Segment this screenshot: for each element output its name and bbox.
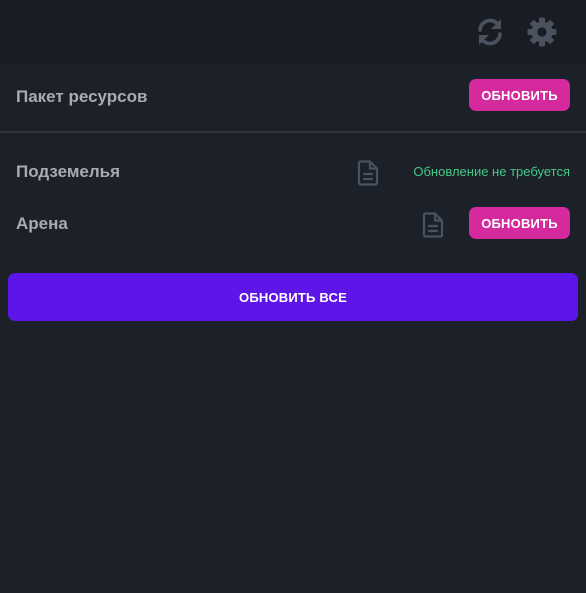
resource-pack-label: Пакет ресурсов [16,87,148,106]
status-text: Обновление не требуется [413,164,570,179]
file-icon[interactable] [357,160,379,186]
update-all-button[interactable]: ОБНОВИТЬ ВСЕ [8,273,578,321]
resource-pack-row: Пакет ресурсов ОБНОВИТЬ [0,65,586,131]
file-icon[interactable] [422,212,444,238]
settings-button[interactable] [524,14,560,50]
update-arena-button[interactable]: ОБНОВИТЬ [469,207,570,239]
update-resource-pack-button[interactable]: ОБНОВИТЬ [469,79,570,111]
app-window: Пакет ресурсов ОБНОВИТЬ Подземелья Обнов… [0,0,586,593]
refresh-icon [478,18,502,46]
arena-label: Арена [16,214,68,233]
divider [0,131,586,133]
refresh-button[interactable] [472,14,508,50]
dungeons-label: Подземелья [16,162,121,181]
top-toolbar [0,0,586,65]
gear-icon [527,17,557,47]
